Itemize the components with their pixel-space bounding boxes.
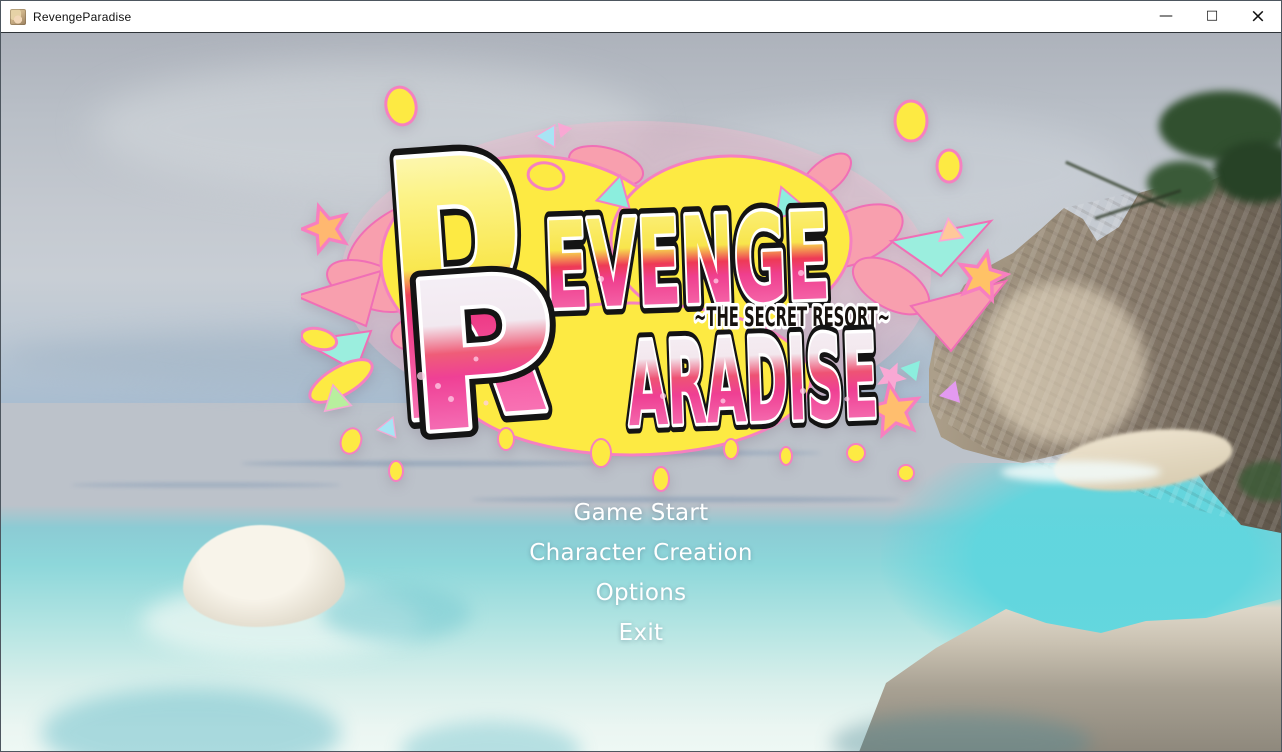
rock-teal-shadow [321, 585, 471, 641]
main-menu: Game Start Character Creation Options Ex… [529, 493, 753, 653]
app-window: RevengeParadise — □ × [0, 0, 1282, 752]
menu-item-game-start[interactable]: Game Start [574, 493, 709, 533]
star-icon [301, 199, 354, 254]
minimize-button[interactable]: — [1143, 1, 1189, 32]
minimize-icon: — [1159, 8, 1173, 24]
maximize-icon: □ [1206, 8, 1218, 23]
logo-paradise-text: ARADISE ARADISE ARADISE [625, 311, 880, 454]
game-logo: EVENGE EVENGE EVENGE R R R ~THE SECRET R… [301, 81, 1011, 496]
logo-initial-p: P P P [398, 232, 564, 480]
close-button[interactable]: × [1235, 1, 1281, 32]
menu-item-options[interactable]: Options [596, 573, 687, 613]
shore-foam [1001, 461, 1161, 483]
svg-text:P: P [398, 232, 564, 480]
app-icon [10, 9, 26, 25]
maximize-button[interactable]: □ [1189, 1, 1235, 32]
titlebar[interactable]: RevengeParadise — □ × [1, 1, 1281, 32]
svg-text:ARADISE: ARADISE [625, 311, 880, 454]
menu-item-character-creation[interactable]: Character Creation [529, 533, 753, 573]
game-viewport: EVENGE EVENGE EVENGE R R R ~THE SECRET R… [1, 32, 1281, 751]
close-icon: × [1250, 5, 1266, 27]
window-title: RevengeParadise [33, 10, 131, 24]
menu-item-exit[interactable]: Exit [619, 613, 664, 653]
